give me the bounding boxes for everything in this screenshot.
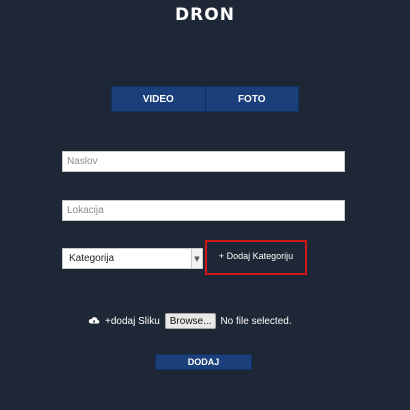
browse-button[interactable]: Browse... [164, 313, 217, 329]
kategorija-select[interactable]: Kategorija ▼ [62, 248, 203, 269]
media-type-tabs: VIDEO FOTO [111, 86, 299, 112]
logo-text: DRON [175, 5, 235, 25]
submit-button[interactable]: DODAJ [155, 354, 252, 370]
tab-video[interactable]: VIDEO [112, 87, 205, 111]
upload-label: +dodaj Sliku [105, 315, 160, 327]
add-category-button[interactable]: + Dodaj Kategoriju [205, 240, 307, 275]
chevron-down-icon[interactable]: ▼ [191, 249, 202, 268]
upload-row: +dodaj Sliku Browse... No file selected. [88, 313, 292, 329]
naslov-input[interactable] [62, 151, 345, 172]
kategorija-selected-value: Kategorija [69, 253, 115, 264]
lokacija-input[interactable] [62, 200, 345, 221]
file-status: No file selected. [220, 315, 292, 327]
tab-foto[interactable]: FOTO [204, 87, 299, 111]
cloud-upload-icon [88, 317, 100, 324]
add-category-label: + Dodaj Kategoriju [218, 251, 294, 261]
logo: DRON [0, 5, 410, 25]
